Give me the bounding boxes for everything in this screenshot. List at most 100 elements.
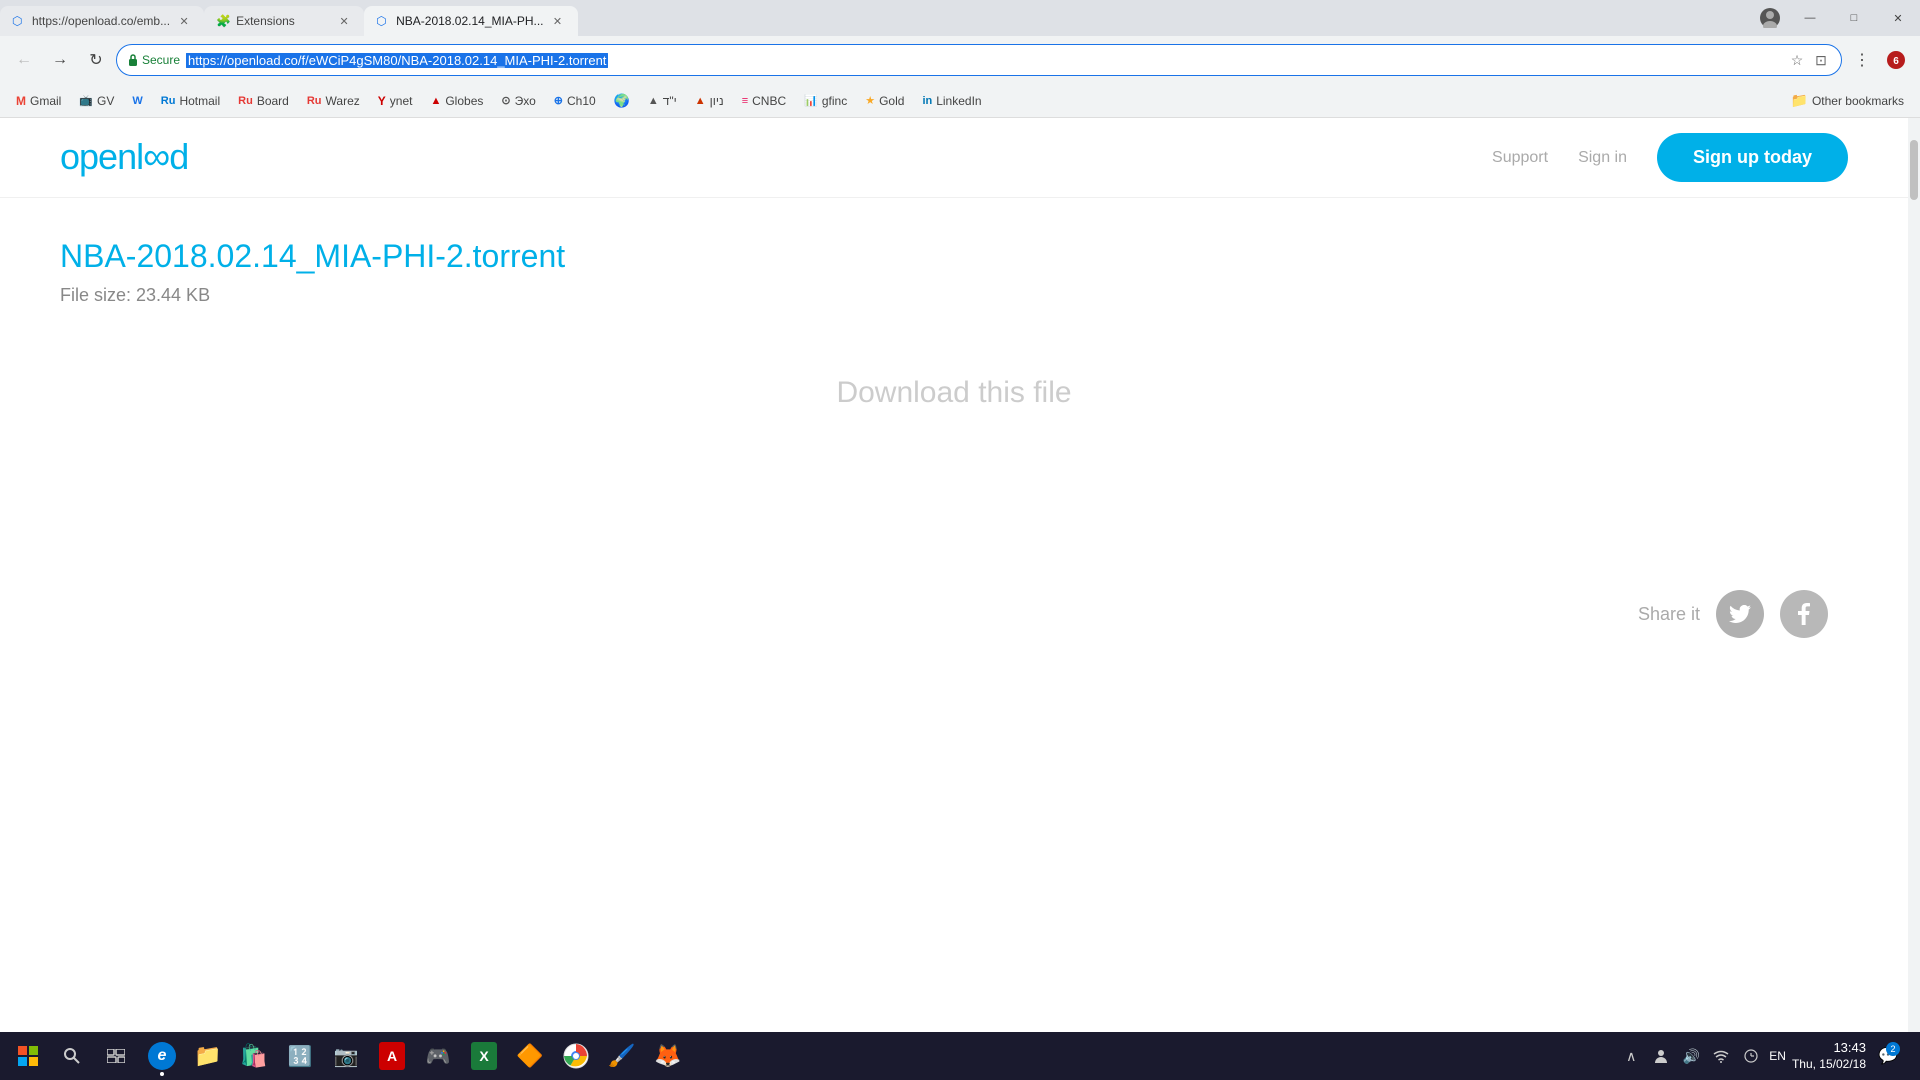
taskbar-media-app[interactable]: 📷 [324, 1034, 368, 1078]
bookmark-gv[interactable]: 📺 GV [71, 89, 122, 113]
gold-icon: ★ [865, 94, 875, 107]
maximize-button[interactable]: □ [1832, 3, 1876, 33]
profile-button[interactable] [1752, 0, 1788, 36]
scrollbar-thumb[interactable] [1910, 140, 1918, 200]
taskbar-paint-app[interactable]: 🖌️ [600, 1034, 644, 1078]
tray-show-hidden[interactable]: ∧ [1619, 1044, 1643, 1068]
taskbar-game-app[interactable]: 🎮 [416, 1034, 460, 1078]
bookmark-gold[interactable]: ★ Gold [857, 89, 912, 113]
bookmark-cnbc-label: CNBC [752, 94, 786, 108]
svg-text:6: 6 [1893, 56, 1899, 67]
minimize-button[interactable]: — [1788, 3, 1832, 33]
vlc-icon: 🔶 [516, 1042, 544, 1070]
taskbar-store-app[interactable]: 🛍️ [232, 1034, 276, 1078]
bookmark-gmail[interactable]: M Gmail [8, 89, 69, 113]
bookmark-globe[interactable]: 🌍 [606, 89, 638, 113]
omnibox-icons: ☆ ⊡ [1787, 50, 1831, 70]
extensions-area[interactable]: 6 [1880, 44, 1912, 76]
close-button[interactable]: ✕ [1876, 3, 1920, 33]
taskbar-vlc-app[interactable]: 🔶 [508, 1034, 552, 1078]
bookmark-cnbc[interactable]: ≡ CNBC [734, 89, 794, 113]
ynet-icon: Y [378, 94, 386, 108]
bookmark-yad[interactable]: ▲ י"ד [640, 89, 685, 113]
tray-network-icon[interactable] [1709, 1044, 1733, 1068]
warez-icon: Ru [307, 95, 322, 107]
bookmark-warez[interactable]: Ru Warez [299, 89, 368, 113]
tab-openload-embed[interactable]: ⬡ https://openload.co/emb... ✕ [0, 6, 204, 36]
search-button[interactable] [52, 1036, 92, 1076]
task-view-button[interactable] [96, 1036, 136, 1076]
bookmark-ynet[interactable]: Y ynet [370, 89, 421, 113]
taskbar-clock[interactable]: 13:43 Thu, 15/02/18 [1792, 1040, 1866, 1072]
taskbar-calc-app[interactable]: 🔢 [278, 1034, 322, 1078]
cast-icon[interactable]: ⊡ [1811, 50, 1831, 70]
facebook-share-button[interactable] [1780, 590, 1828, 638]
bookmark-gfinc-label: gfinc [822, 94, 847, 108]
tab-favicon-2: 🧩 [216, 14, 230, 28]
bookmark-yad-label: י"ד [663, 94, 677, 108]
back-button[interactable]: ← [8, 44, 40, 76]
tray-clock-icon[interactable] [1739, 1044, 1763, 1068]
chrome-icon [562, 1042, 590, 1070]
tab-title-1: https://openload.co/emb... [32, 14, 170, 28]
bookmark-star-icon[interactable]: ☆ [1787, 50, 1807, 70]
bookmark-echo[interactable]: ⊙ Эхо [493, 89, 543, 113]
tray-volume-icon[interactable]: 🔊 [1679, 1044, 1703, 1068]
webpage: openl∞d Support Sign in Sign up today NB… [0, 118, 1908, 1032]
taskbar-files-app[interactable]: 📁 [186, 1034, 230, 1078]
files-icon: 📁 [194, 1042, 222, 1070]
tab-nba-torrent[interactable]: ⬡ NBA-2018.02.14_MIA-PH... ✕ [364, 6, 577, 36]
bookmark-hotmail[interactable]: Ru Hotmail [153, 89, 228, 113]
bookmark-globes[interactable]: ▲ Globes [422, 89, 491, 113]
bookmark-warez-label: Warez [326, 94, 360, 108]
other-bookmarks[interactable]: 📁 Other bookmarks [1783, 89, 1912, 113]
secure-label: Secure [142, 53, 180, 67]
bookmark-board[interactable]: Ru Board [230, 89, 297, 113]
bookmark-word[interactable]: W [124, 89, 150, 113]
new-tab-button[interactable] [578, 8, 606, 36]
taskbar-chrome-app[interactable] [554, 1034, 598, 1078]
bookmark-nion[interactable]: ▲ ניון [687, 89, 732, 113]
reload-button[interactable]: ↻ [80, 44, 112, 76]
file-title: NBA-2018.02.14_MIA-PHI-2.torrent [60, 238, 1848, 275]
share-row: Share it [1638, 590, 1828, 638]
tab-close-3[interactable]: ✕ [550, 13, 566, 29]
url-selected: https://openload.co/f/eWCiP4gSM80/NBA-20… [186, 53, 608, 68]
scrollbar[interactable] [1908, 118, 1920, 1032]
twitter-share-button[interactable] [1716, 590, 1764, 638]
notification-button[interactable]: 💬 2 [1872, 1036, 1904, 1076]
bookmark-gmail-label: Gmail [30, 94, 61, 108]
echo-icon: ⊙ [501, 94, 510, 107]
start-button[interactable] [8, 1036, 48, 1076]
tab-close-2[interactable]: ✕ [336, 13, 352, 29]
support-link[interactable]: Support [1492, 149, 1548, 167]
omnibox[interactable]: Secure https://openload.co/f/eWCiP4gSM80… [116, 44, 1842, 76]
sign-up-button[interactable]: Sign up today [1657, 133, 1848, 182]
gmail-icon: M [16, 94, 26, 108]
tray-person-icon[interactable] [1649, 1044, 1673, 1068]
taskbar-firefox-app[interactable]: 🦊 [646, 1034, 690, 1078]
tab-title-3: NBA-2018.02.14_MIA-PH... [396, 14, 543, 28]
sign-in-link[interactable]: Sign in [1578, 149, 1627, 167]
chrome-menu-button[interactable]: ⋮ [1846, 44, 1878, 76]
taskbar-excel-app[interactable]: X [462, 1034, 506, 1078]
ol-header: openl∞d Support Sign in Sign up today [0, 118, 1908, 198]
tabs-area: ⬡ https://openload.co/emb... ✕ 🧩 Extensi… [0, 0, 1752, 36]
taskbar-acrobat-app[interactable]: A [370, 1034, 414, 1078]
globe-icon: 🌍 [614, 93, 630, 109]
bookmark-gfinc[interactable]: 📊 gfinc [796, 89, 855, 113]
tab-favicon-1: ⬡ [12, 14, 26, 28]
bookmark-ch10[interactable]: ⊕ Ch10 [546, 89, 604, 113]
bookmark-ch10-label: Ch10 [567, 94, 596, 108]
tab-extensions[interactable]: 🧩 Extensions ✕ [204, 6, 364, 36]
bookmark-hotmail-label: Hotmail [179, 94, 220, 108]
bookmark-globes-label: Globes [445, 94, 483, 108]
linkedin-icon: in [922, 95, 932, 107]
media-icon: 📷 [332, 1042, 360, 1070]
bookmark-linkedin[interactable]: in LinkedIn [914, 89, 989, 113]
tab-close-1[interactable]: ✕ [176, 13, 192, 29]
page-content: openl∞d Support Sign in Sign up today NB… [0, 118, 1920, 1032]
taskbar-edge-app[interactable]: e [140, 1034, 184, 1078]
language-indicator[interactable]: EN [1769, 1049, 1786, 1063]
forward-button[interactable]: → [44, 44, 76, 76]
